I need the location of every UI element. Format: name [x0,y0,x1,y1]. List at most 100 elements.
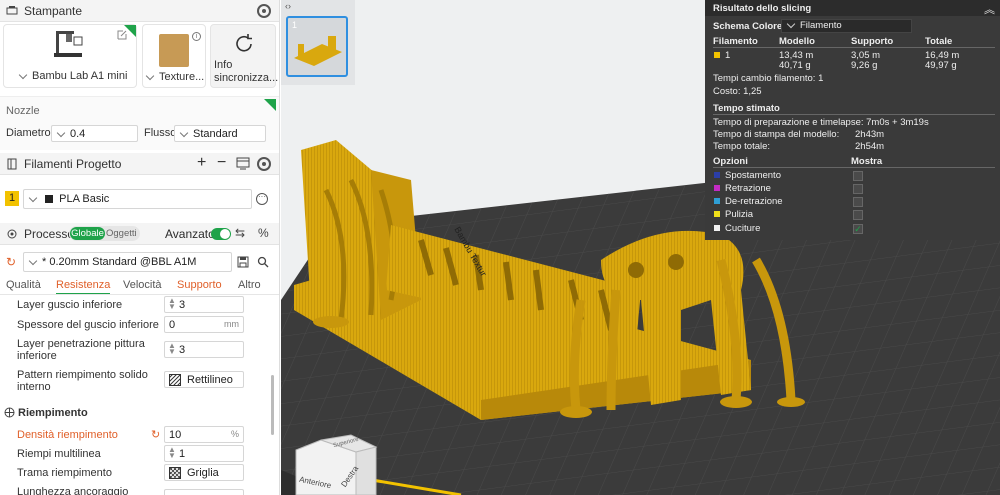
plate-card[interactable]: i Texture... [142,24,206,88]
diameter-select[interactable]: 0.4 [51,125,138,142]
process-section-header: Processo Globale Oggetti Avanzato ⇆ % [0,223,279,245]
estimated-time-title: Tempo stimato [713,103,780,114]
reset-density-icon[interactable]: ↻ [151,428,160,441]
pattern-label: Trama riempimento [17,467,112,479]
process-section-title: Processo [24,227,75,241]
remove-filament-icon[interactable]: − [217,154,226,172]
filament-more-icon[interactable]: ··· [256,193,268,205]
refresh-icon [236,34,252,52]
process-preset-name: * 0.20mm Standard @BBL A1M [42,256,197,268]
collapse-icon[interactable]: ‹› [285,1,291,11]
sync-filament-icon[interactable] [236,157,250,170]
advanced-switch[interactable] [211,228,231,240]
bottom-thickness-input[interactable]: 0 mm [164,316,244,333]
plate-thumbnail[interactable]: 1 [286,16,348,77]
show-retraction-checkbox[interactable] [853,184,863,194]
option-retraction: Retrazione [725,183,771,194]
stepper-icon[interactable]: ▲ ▼ [168,342,176,356]
filament-row-id: 1 [725,50,731,61]
plate-name: Texture... [159,71,205,83]
filament-color-swatch[interactable]: 1 [5,191,19,206]
tab-support[interactable]: Supporto [177,279,222,291]
process-preset-select[interactable]: * 0.20mm Standard @BBL A1M [23,252,232,272]
column-model: Modello [779,36,815,47]
density-input[interactable]: 10% [164,426,244,443]
total-weight: 49,97 g [925,60,957,71]
paint-layers-label: Layer penetrazione pittura [17,338,145,350]
settings-scrollbar[interactable] [271,375,274,435]
solid-pattern-label: Pattern riempimento solido [17,369,148,381]
column-total: Totale [925,36,953,47]
bottom-layers-input[interactable]: ▲ ▼ 3 [164,296,244,313]
filament-settings-gear-icon[interactable] [257,157,271,171]
filament-section-header: Filamenti Progetto + − [0,153,279,175]
slicing-result-header: Risultato dello slicing ︽ [705,0,1000,16]
tab-speed[interactable]: Velocità [123,279,162,291]
plate-number: 1 [292,20,298,30]
save-icon[interactable] [237,256,249,268]
printer-section-header: Stampante [0,0,279,22]
option-seams: Cuciture [725,223,761,234]
search-icon[interactable] [257,256,269,268]
tab-quality[interactable]: Qualità [6,279,41,291]
printer-card[interactable]: Bambu Lab A1 mini [3,24,137,88]
percent-icon[interactable]: % [258,226,269,240]
filament-name: PLA Basic [59,193,110,205]
printer-name: Bambu Lab A1 mini [32,70,128,82]
column-filament: Filamento [713,36,758,47]
filament-section-title: Filamenti Progetto [24,157,122,171]
slicing-result-title: Risultato dello slicing [713,3,812,14]
bottom-thickness-label: Spessore del guscio inferiore [17,319,159,331]
stepper-icon[interactable]: ▲ ▼ [168,446,176,460]
chevron-down-icon [28,256,38,266]
reset-icon[interactable]: ↻ [6,255,16,269]
filament-select[interactable]: PLA Basic [23,189,252,209]
paint-layers-input[interactable]: ▲ ▼ 3 [164,341,244,358]
infill-section-icon [4,407,15,418]
support-weight: 9,26 g [851,60,878,71]
advanced-label: Avanzato [165,227,215,241]
flow-label: Flusso [144,127,177,139]
filament-changes: Tempi cambio filamento: 1 [713,73,824,84]
pattern-select[interactable]: Griglia [164,464,244,481]
synced-badge-icon [124,25,136,37]
wipe-swatch [714,211,720,217]
chevron-down-icon [179,128,189,138]
toggle-objects[interactable]: Oggetti [106,227,137,240]
column-support: Supporto [851,36,894,47]
chevron-down-icon [28,193,38,203]
stepper-icon[interactable]: ▲ ▼ [168,297,176,311]
show-deretraction-checkbox[interactable] [853,197,863,207]
multiline-input[interactable]: ▲ ▼ 1 [164,445,244,462]
show-travel-checkbox[interactable] [853,171,863,181]
thumbnail-model-icon [294,36,342,66]
compare-icon[interactable]: ⇆ [235,226,245,240]
sync-info-button[interactable]: Info sincronizza... [210,24,278,88]
color-scheme-select[interactable]: Filamento [781,19,912,33]
chevron-down-icon [145,71,155,81]
flow-select[interactable]: Standard [174,125,266,142]
printer-settings-gear-icon[interactable] [257,4,271,18]
collapse-panel-icon[interactable]: ︽ [984,1,995,17]
global-objects-toggle[interactable]: Globale Oggetti [69,226,140,241]
printer-model-icon [54,31,83,57]
process-icon [7,229,17,239]
seams-swatch [714,225,720,231]
info-icon[interactable]: i [192,32,201,41]
tab-other[interactable]: Altro [238,279,261,291]
tab-strength[interactable]: Resistenza [56,279,111,295]
show-seams-checkbox[interactable]: ✓ [853,224,863,234]
show-wipe-checkbox[interactable] [853,210,863,220]
synced-badge-icon [264,99,276,111]
filament-icon [7,158,17,170]
add-filament-icon[interactable]: + [197,154,206,172]
solid-pattern-select[interactable]: Rettilineo [164,371,244,388]
nozzle-title: Nozzle [6,105,40,117]
nozzle-section: Nozzle Diametro 0.4 Flusso Standard [0,96,279,150]
toggle-global[interactable]: Globale [70,227,105,240]
bottom-layers-label: Layer guscio inferiore [17,299,123,311]
options-label: Opzioni [713,156,748,167]
anchor-length-input[interactable] [164,489,244,495]
multiline-label: Riempi multilinea [17,448,101,460]
option-wipe: Pulizia [725,209,753,220]
